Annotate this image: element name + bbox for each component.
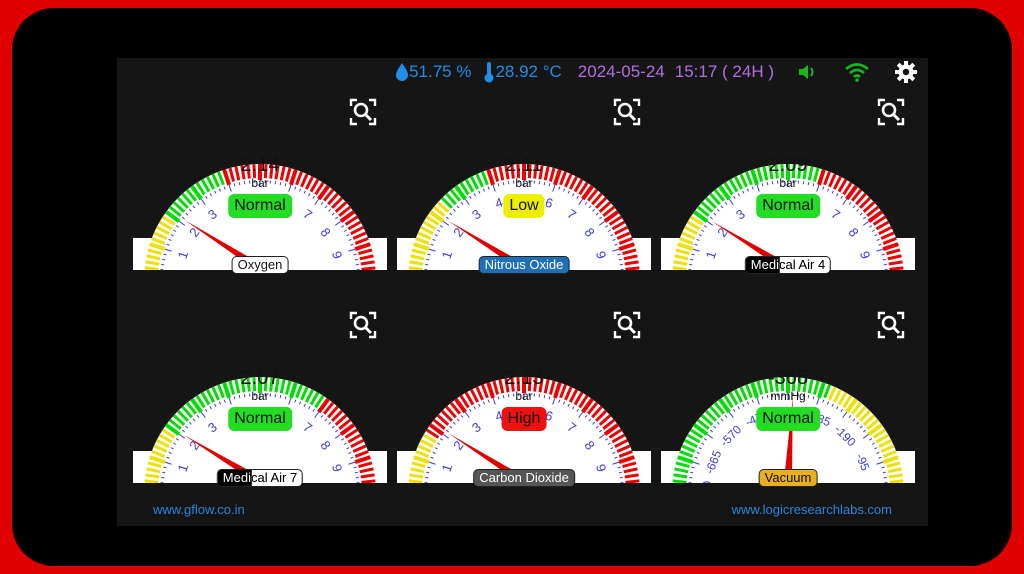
- gauge-value: 2.07: [240, 367, 280, 389]
- tick-label: -760: [700, 481, 714, 483]
- gauge-name-text: Oxygen: [237, 257, 283, 272]
- gauge-name-label[interactable]: Medical Air 7: [216, 469, 304, 487]
- temperature-readout: 28.92 °C: [483, 61, 562, 83]
- zoom-icon[interactable]: [877, 98, 905, 126]
- tick-mark: [889, 479, 904, 483]
- minor-tick: [354, 471, 358, 474]
- zoom-icon[interactable]: [613, 98, 641, 126]
- gauge-value: 2.11: [505, 154, 543, 176]
- tick-mark: [672, 266, 687, 270]
- tick-mark: [625, 479, 640, 483]
- gauge-card: -760-665-570-475-380-285-190-950-368mmHg…: [661, 311, 915, 487]
- humidity-value: 51.75 %: [409, 62, 472, 81]
- minor-tick: [426, 471, 430, 474]
- status-badge: High: [501, 407, 547, 431]
- gauge-card: 0123456789102.13barHighCarbon Dioxide: [397, 311, 651, 487]
- status-badge: Normal: [228, 194, 292, 218]
- water-drop-icon: [396, 63, 409, 81]
- status-badge: Low: [503, 194, 545, 218]
- gauge-name-text: Carbon Dioxide: [479, 470, 569, 485]
- status-badge: Normal: [228, 407, 292, 431]
- gflow-link[interactable]: www.gflow.co.in: [153, 502, 245, 517]
- zoom-icon[interactable]: [349, 98, 377, 126]
- gauge-unit: mmHg: [770, 389, 806, 403]
- zoom-icon[interactable]: [349, 311, 377, 339]
- tick-mark: [144, 266, 159, 270]
- gauge-unit: bar: [251, 176, 269, 190]
- gauge-value: 2.09: [768, 154, 808, 176]
- zoom-icon[interactable]: [613, 311, 641, 339]
- minor-tick: [882, 258, 886, 261]
- gauge-value: 2.14: [240, 154, 280, 176]
- temperature-value: 28.92 °C: [495, 62, 562, 81]
- tick-mark: [361, 479, 376, 483]
- minor-tick: [882, 471, 886, 474]
- minor-tick: [354, 258, 358, 261]
- gauge-unit: bar: [779, 176, 797, 190]
- gauge-name-label[interactable]: Oxygen: [231, 256, 289, 274]
- minor-tick: [690, 471, 694, 474]
- minor-tick: [618, 471, 622, 474]
- gauge-card: 0123456789102.11barLowNitrous Oxide: [397, 98, 651, 274]
- logicresearchlabs-link[interactable]: www.logicresearchlabs.com: [732, 502, 892, 517]
- tick-mark: [408, 266, 423, 270]
- gauge-name-label[interactable]: Nitrous Oxide: [478, 256, 570, 274]
- minor-tick: [162, 471, 166, 474]
- status-badge: Normal: [756, 407, 820, 431]
- gauge-name-label[interactable]: Vacuum: [758, 469, 818, 487]
- device-frame: 51.75 % 28.92 °C 2024-05-24 15:17 ( 24H …: [12, 8, 1012, 566]
- gauge-name-text: Vacuum: [764, 470, 812, 485]
- thermometer-icon: [484, 62, 494, 83]
- time-display: 15:17 ( 24H ): [674, 62, 774, 81]
- humidity-readout: 51.75 %: [395, 62, 471, 82]
- zoom-icon[interactable]: [877, 311, 905, 339]
- minor-tick: [426, 258, 430, 261]
- status-badge: Normal: [756, 194, 820, 218]
- tick-mark: [625, 266, 640, 270]
- hmi-screen: 51.75 % 28.92 °C 2024-05-24 15:17 ( 24H …: [117, 58, 928, 526]
- tick-mark: [889, 266, 904, 270]
- status-bar: 51.75 % 28.92 °C 2024-05-24 15:17 ( 24H …: [117, 58, 928, 86]
- tick-mark: [361, 266, 376, 270]
- gauge-unit: bar: [515, 389, 533, 403]
- gauge-name-label[interactable]: Medical Air 4: [744, 256, 832, 274]
- gauge-name-label[interactable]: Carbon Dioxide: [473, 469, 575, 487]
- minor-tick: [690, 258, 694, 261]
- tick-mark: [408, 479, 423, 483]
- wifi-icon[interactable]: [844, 62, 870, 82]
- gear-icon[interactable]: [894, 60, 918, 84]
- tick-mark: [144, 479, 159, 483]
- gauge-name-text: Nitrous Oxide: [484, 257, 564, 272]
- gauge-name-text: Medical Air 7: [222, 470, 298, 485]
- gauge-unit: bar: [251, 389, 269, 403]
- gauge-value: -368: [767, 367, 809, 389]
- gauge-name-text: Medical Air 4: [750, 257, 826, 272]
- gauge-unit: bar: [515, 176, 533, 190]
- tick-mark: [672, 479, 687, 483]
- minor-tick: [162, 258, 166, 261]
- date-display: 2024-05-24: [577, 62, 665, 81]
- gauge-card: 0123456789102.14barNormalOxygen: [133, 98, 387, 274]
- speaker-icon[interactable]: [798, 63, 818, 81]
- gauge-card: 0123456789102.09barNormalMedical Air 4: [661, 98, 915, 274]
- minor-tick: [618, 258, 622, 261]
- gauge-value: 2.13: [504, 367, 544, 389]
- gauge-card: 0123456789102.07barNormalMedical Air 7: [133, 311, 387, 487]
